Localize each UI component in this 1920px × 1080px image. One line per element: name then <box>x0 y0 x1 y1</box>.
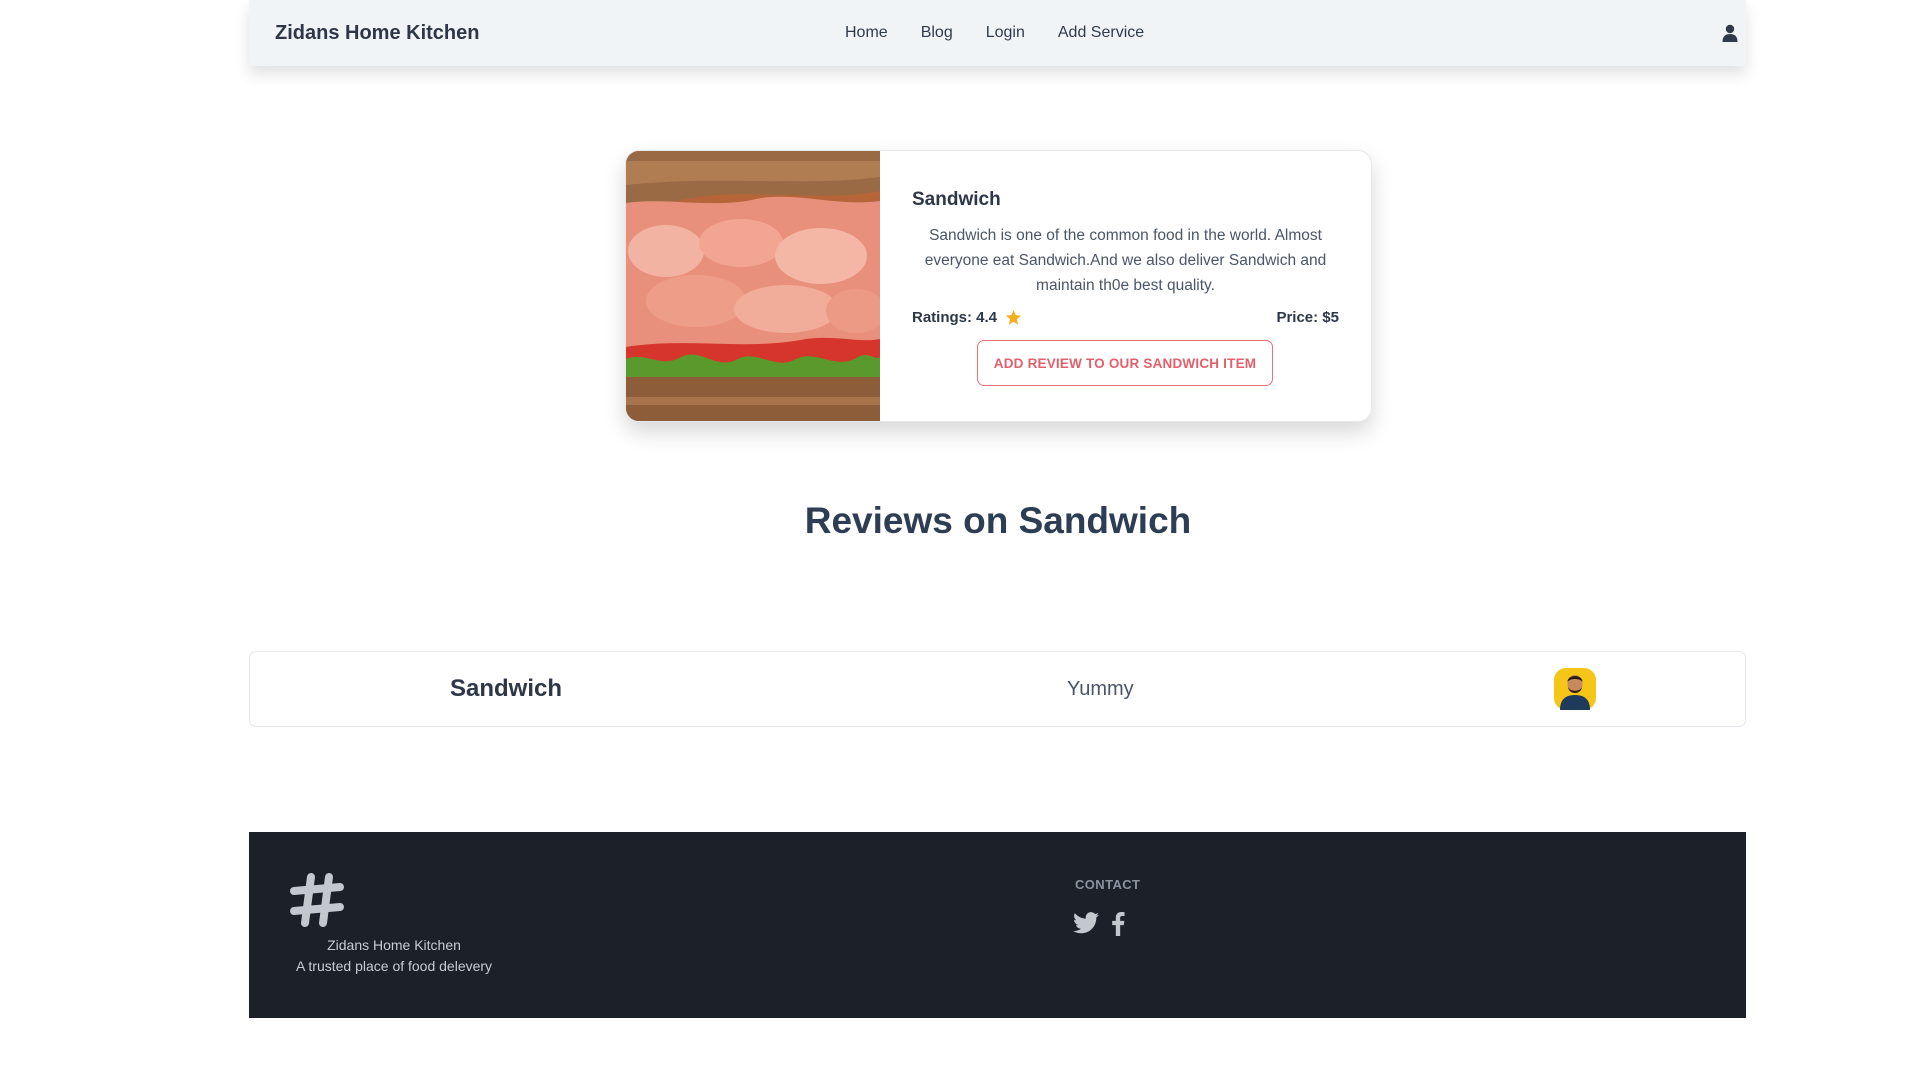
ratings-label: Ratings: 4.4 <box>912 309 998 326</box>
nav-link-login[interactable]: Login <box>986 24 1025 42</box>
sandwich-image <box>626 151 880 421</box>
footer-name: Zidans Home Kitchen <box>327 937 461 953</box>
card-body: Sandwich Sandwich is one of the common f… <box>912 151 1339 421</box>
review-avatar <box>1554 652 1596 726</box>
add-review-button[interactable]: ADD REVIEW TO OUR SANDWICH ITEM <box>977 340 1273 386</box>
service-title: Sandwich <box>912 189 1001 210</box>
price-label: Price: $5 <box>1276 309 1339 326</box>
rating: Ratings: 4.4 <box>912 309 1022 326</box>
brand-name[interactable]: Zidans Home Kitchen <box>275 22 479 45</box>
nav-links: Home Blog Login Add Service <box>845 0 1144 66</box>
contact-label: CONTACT <box>1075 877 1141 892</box>
service-card: Sandwich Sandwich is one of the common f… <box>625 150 1372 422</box>
footer-brand: Zidans Home Kitchen A trusted place of f… <box>289 935 499 977</box>
hashtag-icon <box>290 873 344 927</box>
user-icon[interactable] <box>1722 24 1738 42</box>
nav-link-add-service[interactable]: Add Service <box>1058 24 1144 42</box>
footer-tagline: A trusted place of food delevery <box>295 958 493 974</box>
review-text: Yummy <box>1067 677 1134 700</box>
footer: Zidans Home Kitchen A trusted place of f… <box>249 832 1746 1018</box>
review-row: Sandwich Yummy <box>249 651 1746 727</box>
facebook-icon[interactable] <box>1111 912 1125 936</box>
twitter-icon[interactable] <box>1073 912 1099 934</box>
navbar: Zidans Home Kitchen Home Blog Login Add … <box>249 0 1746 66</box>
user-avatar <box>1554 668 1596 710</box>
nav-link-blog[interactable]: Blog <box>921 24 953 42</box>
review-service-name: Sandwich <box>450 675 563 702</box>
star-icon <box>1005 310 1022 325</box>
service-meta: Ratings: 4.4 Price: $5 <box>912 309 1339 326</box>
nav-link-home[interactable]: Home <box>845 24 888 42</box>
service-description: Sandwich is one of the common food in th… <box>924 227 1327 294</box>
reviews-heading: Reviews on Sandwich <box>804 500 1192 541</box>
